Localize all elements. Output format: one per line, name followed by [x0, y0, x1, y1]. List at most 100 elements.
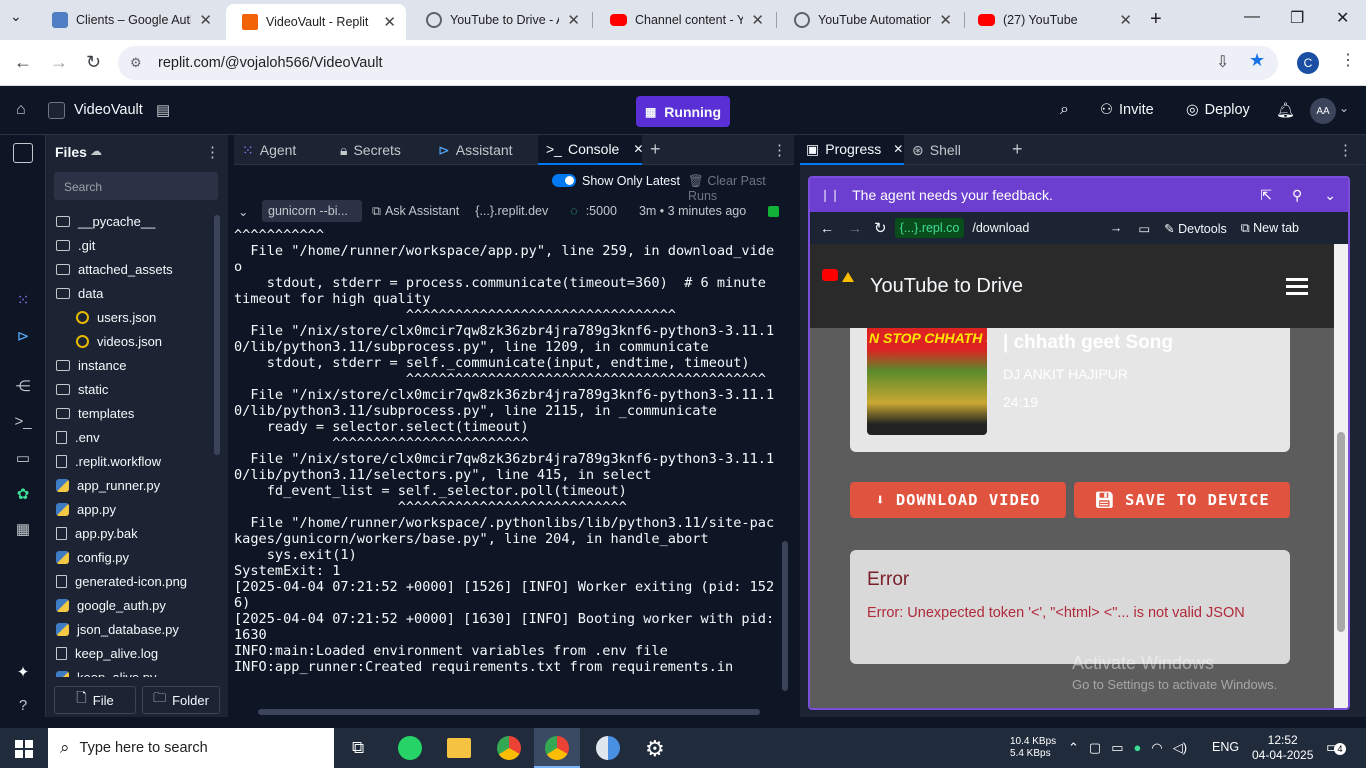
folder-item[interactable]: attached_assets	[56, 257, 206, 281]
folder-item[interactable]: __pycache__	[56, 209, 206, 233]
language-indicator[interactable]: ENG	[1212, 740, 1239, 754]
home-icon[interactable]: ⌂	[16, 101, 26, 119]
settings-gear-icon[interactable]: ⚙	[645, 736, 665, 762]
volume-icon[interactable]: ◁)	[1173, 740, 1187, 756]
feedback-banner[interactable]: ❘❘ The agent needs your feedback. ⇱ ⚲ ⌄	[810, 178, 1348, 212]
help-icon[interactable]: ?	[13, 697, 33, 714]
file-item[interactable]: keep_alive.py	[56, 665, 206, 677]
close-icon[interactable]: ✕	[751, 11, 764, 29]
download-video-button[interactable]: ⬇ DOWNLOAD VIDEO	[850, 482, 1066, 518]
tab-shell[interactable]: ⊛ Shell	[912, 135, 992, 165]
close-icon[interactable]: ✕	[939, 11, 952, 29]
chrome-alt-icon[interactable]	[596, 736, 620, 760]
new-tab-link[interactable]: ⧉ New tab	[1241, 221, 1299, 236]
task-view-icon[interactable]: ⧉	[352, 738, 364, 758]
whatsapp-icon[interactable]	[398, 736, 422, 760]
sparkle-icon[interactable]: ✦	[13, 663, 33, 681]
search-icon[interactable]: ⌕	[1060, 101, 1069, 119]
pane-menu-icon[interactable]: ⋮	[772, 141, 787, 159]
file-explorer-icon[interactable]	[447, 738, 471, 758]
open-external-icon[interactable]: ⇱	[1260, 187, 1272, 204]
close-icon[interactable]: ✕	[1119, 11, 1132, 29]
run-status-button[interactable]: ▦ Running	[636, 96, 730, 127]
close-icon[interactable]: ✕	[199, 11, 212, 29]
wifi-icon[interactable]: ◠	[1151, 740, 1162, 756]
stop-status-indicator[interactable]	[768, 205, 780, 217]
minimize-icon[interactable]: —	[1244, 8, 1260, 26]
chevron-down-icon[interactable]: ⌄	[1324, 187, 1336, 204]
dev-domain[interactable]: {...}.replit.dev	[475, 204, 548, 218]
device-icon[interactable]: ▭	[1138, 221, 1150, 236]
tab-assistant[interactable]: ⊳ Assistant	[432, 135, 532, 165]
console-scrollbar[interactable]	[782, 541, 788, 691]
tray-app-icon[interactable]: ●	[1134, 740, 1142, 756]
webview-scrollbar-track[interactable]	[1334, 244, 1348, 708]
console-icon[interactable]: >_	[13, 413, 33, 430]
window-close-icon[interactable]: ✕	[1336, 8, 1349, 28]
close-icon[interactable]: ✕	[567, 11, 580, 29]
file-item[interactable]: users.json	[76, 305, 218, 329]
apps-icon[interactable]: ⁙	[13, 291, 33, 309]
file-item[interactable]: .env	[56, 425, 206, 449]
tab-agent[interactable]: ⁙ Agent	[240, 135, 330, 165]
git-icon[interactable]: ⋲	[13, 377, 33, 395]
forward-arrow-icon[interactable]: →	[848, 220, 862, 236]
packages-icon[interactable]: ✿	[13, 485, 33, 503]
file-item[interactable]: videos.json	[76, 329, 218, 353]
tab-youtube-automation[interactable]: YouTube Automation ✕	[778, 6, 962, 34]
all-tools-icon[interactable]: ▦	[13, 520, 33, 538]
video-thumbnail[interactable]: N STOP CHHATH S	[867, 328, 987, 435]
file-item[interactable]: app_runner.py	[56, 473, 206, 497]
reload-icon[interactable]: ↻	[874, 219, 887, 237]
layout-icon[interactable]: ▤	[156, 101, 170, 119]
forward-arrow-icon[interactable]: →	[50, 52, 68, 73]
webview-icon[interactable]: ▭	[13, 449, 33, 467]
webview-scrollbar-thumb[interactable]	[1337, 432, 1345, 632]
files-tool-icon[interactable]	[13, 143, 33, 163]
pane-menu-icon[interactable]: ⋮	[1338, 141, 1353, 159]
windows-start-icon[interactable]	[15, 740, 33, 758]
close-icon[interactable]: ✕	[633, 142, 643, 156]
project-name[interactable]: VideoVault	[74, 102, 143, 118]
file-item[interactable]: app.py	[56, 497, 206, 521]
pin-icon[interactable]: ⚲	[1292, 187, 1302, 204]
active-chrome-taskbar[interactable]	[534, 728, 580, 768]
tab-progress[interactable]: ▣ Progress ✕	[800, 135, 904, 165]
add-tab-button[interactable]: +	[1012, 139, 1023, 160]
tab-secrets[interactable]: 🔒︎ Secrets	[334, 135, 426, 165]
battery-icon[interactable]: ▭	[1111, 740, 1123, 756]
show-latest-toggle[interactable]	[552, 174, 576, 187]
file-search-input[interactable]: Search	[54, 172, 218, 200]
devtools-button[interactable]: ✎ Devtools	[1164, 221, 1227, 236]
tab-clients-google-auth[interactable]: Clients – Google Auth ✕	[36, 6, 222, 34]
file-item[interactable]: keep_alive.log	[56, 641, 206, 665]
save-to-device-button[interactable]: 💾︎ SAVE TO DEVICE	[1074, 482, 1290, 518]
folder-item[interactable]: templates	[56, 401, 206, 425]
bookmark-star-icon[interactable]: ★	[1249, 50, 1265, 71]
reload-icon[interactable]: ↻	[86, 52, 101, 73]
tab-search-chevron-icon[interactable]: ⌄	[10, 8, 22, 25]
new-folder-button[interactable]: 🗀︎ Folder	[142, 686, 220, 714]
taskbar-search[interactable]: ⌕ Type here to search	[48, 728, 334, 768]
webview-path-input[interactable]: /download →	[972, 221, 1122, 235]
file-item[interactable]: google_auth.py	[56, 593, 206, 617]
address-bar[interactable]: ⚙ replit.com/@vojaloh566/VideoVault	[118, 46, 1278, 80]
clock[interactable]: 12:52 04-04-2025	[1252, 733, 1313, 763]
webview-host[interactable]: {...}.repl.co	[894, 218, 965, 238]
monitor-icon[interactable]: ▢	[1089, 740, 1101, 756]
new-tab-button[interactable]: +	[1150, 8, 1162, 31]
profile-avatar[interactable]: C	[1297, 52, 1319, 74]
folder-item[interactable]: data	[56, 281, 206, 305]
file-item[interactable]: json_database.py	[56, 617, 206, 641]
notification-icon[interactable]: ▭4	[1326, 738, 1346, 756]
files-menu-icon[interactable]: ⋮	[205, 143, 220, 161]
back-arrow-icon[interactable]: ←	[820, 220, 834, 236]
install-app-icon[interactable]: ⇩	[1216, 52, 1229, 72]
back-arrow-icon[interactable]: ←	[14, 52, 32, 73]
file-item[interactable]: generated-icon.png	[56, 569, 206, 593]
chrome-icon[interactable]	[497, 736, 521, 760]
deploy-button[interactable]: ◎ Deploy	[1186, 102, 1250, 118]
close-icon[interactable]: ✕	[893, 142, 903, 156]
ask-assistant-button[interactable]: Ask Assistant	[385, 204, 459, 218]
chevron-down-icon[interactable]: ⌄	[1339, 101, 1349, 115]
